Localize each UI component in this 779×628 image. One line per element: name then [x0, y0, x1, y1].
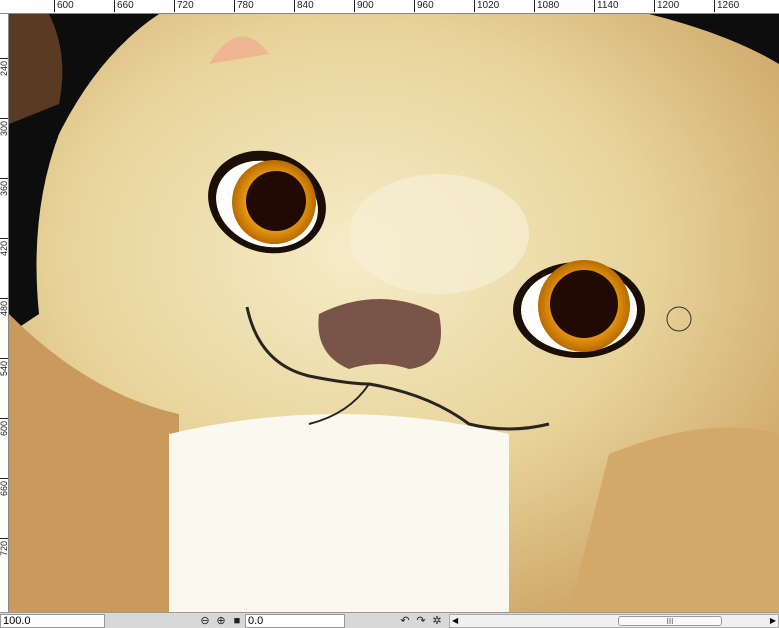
reset-rotation-icon[interactable]: ✲ — [429, 614, 445, 628]
ruler-label: 780 — [234, 0, 254, 12]
vertical-ruler: 240 300 360 420 480 540 600 660 720 — [0, 14, 9, 612]
ruler-label: 720 — [0, 538, 9, 578]
nose — [318, 299, 441, 369]
ruler-label: 1080 — [534, 0, 559, 12]
ruler-label: 480 — [0, 298, 9, 338]
ruler-label: 1200 — [654, 0, 679, 12]
artwork — [9, 14, 779, 612]
ruler-label: 720 — [174, 0, 194, 12]
ruler-label-text: 720 — [0, 541, 9, 557]
status-bar: 100.0 ⊖ ⊕ ■ 0.0 ↶ ↷ ✲ ◀ III ▶ — [0, 612, 779, 628]
ruler-label: 1140 — [594, 0, 619, 12]
angle-input[interactable]: 0.0 — [245, 613, 345, 628]
ruler-label-text: 240 — [0, 61, 9, 77]
ruler-label: 600 — [54, 0, 74, 12]
rotate-right-icon[interactable]: ↷ — [413, 614, 429, 628]
ruler-label-text: 600 — [0, 421, 9, 437]
horizontal-ruler: 600 660 720 780 840 900 960 1020 1080 1140 1200 126… — [0, 0, 779, 14]
ruler-label: 1020 — [474, 0, 499, 12]
ruler-label-text: 480 — [0, 301, 9, 317]
horizontal-scrollbar[interactable]: ◀ III ▶ — [449, 613, 779, 628]
ruler-label: 660 — [114, 0, 134, 12]
ruler-label: 900 — [354, 0, 374, 12]
scroll-thumb[interactable]: III — [618, 615, 722, 626]
ruler-label-text: 540 — [0, 361, 9, 377]
ruler-label-text: 420 — [0, 241, 9, 257]
ruler-label: 240 — [0, 58, 9, 98]
fit-view-icon[interactable]: ■ — [229, 614, 245, 628]
scroll-left-arrow-icon[interactable]: ◀ — [452, 615, 458, 627]
ruler-label: 960 — [414, 0, 434, 12]
ruler-label: 840 — [294, 0, 314, 12]
rotate-left-icon[interactable]: ↶ — [397, 614, 413, 628]
zoom-out-icon[interactable]: ⊖ — [197, 614, 213, 628]
ruler-label: 660 — [0, 478, 9, 518]
ruler-label: 360 — [0, 178, 9, 218]
drawing-canvas[interactable] — [9, 14, 779, 612]
ruler-label-text: 300 — [0, 121, 9, 137]
zoom-input[interactable]: 100.0 — [0, 613, 105, 628]
ruler-label: 600 — [0, 418, 9, 458]
ruler-label: 420 — [0, 238, 9, 278]
ruler-label-text: 660 — [0, 481, 9, 497]
scroll-right-arrow-icon[interactable]: ▶ — [770, 615, 776, 627]
ruler-label-text: 360 — [0, 181, 9, 197]
zoom-in-icon[interactable]: ⊕ — [213, 614, 229, 628]
ruler-label: 1260 — [714, 0, 739, 12]
ruler-label: 300 — [0, 118, 9, 158]
ruler-label: 540 — [0, 358, 9, 398]
